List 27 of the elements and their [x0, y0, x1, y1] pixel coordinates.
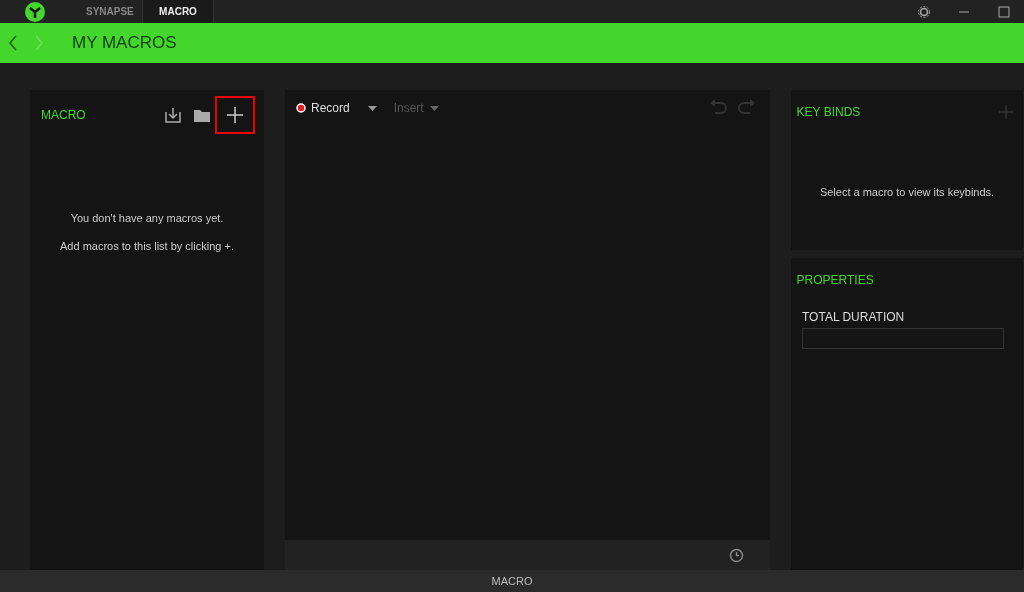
panel-title: MACRO	[41, 107, 86, 124]
tab[interactable]: SYNAPSE	[70, 0, 142, 23]
caret-icon	[429, 106, 439, 112]
maximize-icon	[998, 5, 1010, 18]
status-text: MACRO	[491, 573, 533, 589]
empty-message: Add macros to this list by clicking +.	[60, 239, 234, 252]
field-label: TOTAL DURATION	[802, 309, 905, 324]
clock-icon	[729, 547, 744, 563]
chevron-right-icon	[34, 35, 44, 51]
download-icon	[163, 106, 182, 124]
caret-icon	[367, 106, 377, 112]
folder-icon	[193, 107, 212, 123]
duration-field[interactable]	[802, 328, 1004, 350]
add-button[interactable]	[217, 98, 253, 132]
empty-message: Select a macro to view its keybinds.	[819, 186, 995, 198]
record-icon	[296, 103, 306, 113]
chevron-left-icon	[8, 35, 18, 51]
plus-icon	[226, 106, 244, 124]
settings-icon	[918, 5, 930, 18]
tab[interactable]: MACRO	[142, 0, 214, 23]
record-button[interactable]: Record	[296, 99, 350, 117]
redo-icon	[737, 99, 757, 117]
empty-message: You don't have any macros yet.	[70, 212, 224, 224]
page-title: MY MACROS	[72, 32, 177, 55]
panel-title: KEY BINDS	[796, 104, 861, 121]
panel-title: PROPERTIES	[796, 272, 874, 289]
plus-icon	[997, 104, 1014, 120]
